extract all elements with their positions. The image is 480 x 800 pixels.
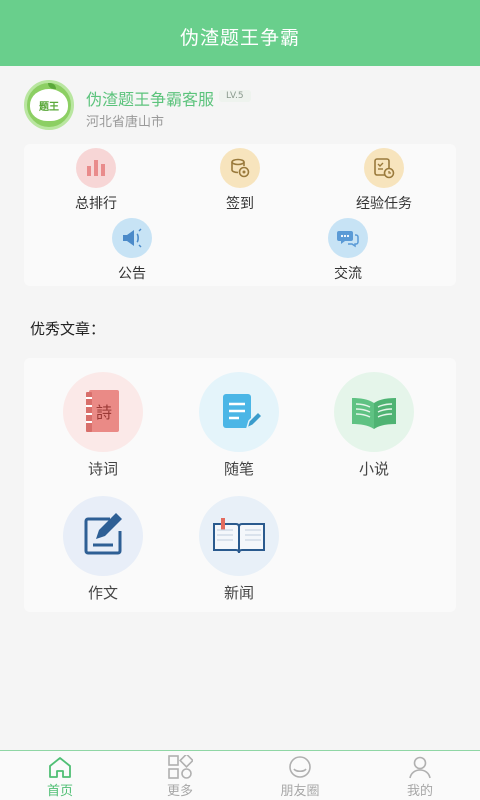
article-item-label: 新闻 xyxy=(223,584,254,602)
svg-text:詩: 詩 xyxy=(96,403,112,422)
news-book-icon xyxy=(199,496,279,576)
avatar[interactable]: 题王 xyxy=(24,80,74,130)
article-item-composition[interactable]: 作文 xyxy=(48,496,158,603)
profile-section[interactable]: 题王 伪渣题王争霸客服 LV.5 河北省唐山市 xyxy=(0,66,480,144)
user-icon xyxy=(409,756,431,779)
tab-label: 更多 xyxy=(166,784,193,799)
page-title: 伪渣题王争霸 xyxy=(179,26,300,49)
grid-icon xyxy=(168,755,193,779)
tab-label: 朋友圈 xyxy=(280,784,320,799)
task-clock-icon xyxy=(364,148,404,188)
moments-icon xyxy=(289,756,311,778)
menu-item-notice[interactable]: 公告 xyxy=(77,218,187,283)
menu-item-label: 经验任务 xyxy=(356,196,412,212)
open-book-icon xyxy=(334,372,414,452)
avatar-text: 题王 xyxy=(39,101,59,113)
menu-card: 总排行 签到 经验任务 公告 交流 xyxy=(24,144,456,286)
user-location: 河北省唐山市 xyxy=(86,115,165,130)
menu-item-label: 公告 xyxy=(118,266,146,282)
tab-bar: 首页 更多 朋友圈 我的 xyxy=(0,750,480,800)
tab-home[interactable]: 首页 xyxy=(0,751,120,800)
notepad-pen-icon xyxy=(199,372,279,452)
tab-label: 我的 xyxy=(406,784,433,799)
chat-bubbles-icon xyxy=(328,218,368,258)
coin-stack-icon xyxy=(220,148,260,188)
tab-more[interactable]: 更多 xyxy=(120,751,240,800)
level-badge: LV.5 xyxy=(219,90,251,102)
menu-item-ranking[interactable]: 总排行 xyxy=(41,148,151,213)
menu-item-label: 总排行 xyxy=(75,196,117,212)
apple-logo-icon: 题王 xyxy=(30,83,68,121)
article-item-novel[interactable]: 小说 xyxy=(319,372,429,479)
article-item-label: 小说 xyxy=(358,460,389,478)
article-item-label: 作文 xyxy=(87,584,118,602)
article-card: 詩 诗词 随笔 小说 作文 新闻 xyxy=(24,358,456,612)
poetry-book-icon: 詩 xyxy=(63,372,143,452)
section-title: 优秀文章： xyxy=(30,320,106,338)
tab-moments[interactable]: 朋友圈 xyxy=(240,751,360,800)
user-name: 伪渣题王争霸客服 xyxy=(86,90,215,109)
home-icon xyxy=(49,757,71,778)
menu-item-label: 签到 xyxy=(226,196,254,212)
menu-item-checkin[interactable]: 签到 xyxy=(185,148,295,213)
article-item-essay[interactable]: 随笔 xyxy=(184,372,294,479)
app-header: 伪渣题王争霸 xyxy=(0,0,480,66)
tab-mine[interactable]: 我的 xyxy=(360,751,480,800)
tab-label: 首页 xyxy=(46,784,73,799)
article-item-label: 随笔 xyxy=(223,460,254,478)
menu-item-tasks[interactable]: 经验任务 xyxy=(329,148,439,213)
menu-item-label: 交流 xyxy=(334,266,362,282)
menu-item-chat[interactable]: 交流 xyxy=(293,218,403,283)
article-item-news[interactable]: 新闻 xyxy=(184,496,294,603)
bar-chart-icon xyxy=(76,148,116,188)
article-item-label: 诗词 xyxy=(87,460,118,478)
article-item-poetry[interactable]: 詩 诗词 xyxy=(48,372,158,479)
megaphone-icon xyxy=(112,218,152,258)
edit-document-icon xyxy=(63,496,143,576)
